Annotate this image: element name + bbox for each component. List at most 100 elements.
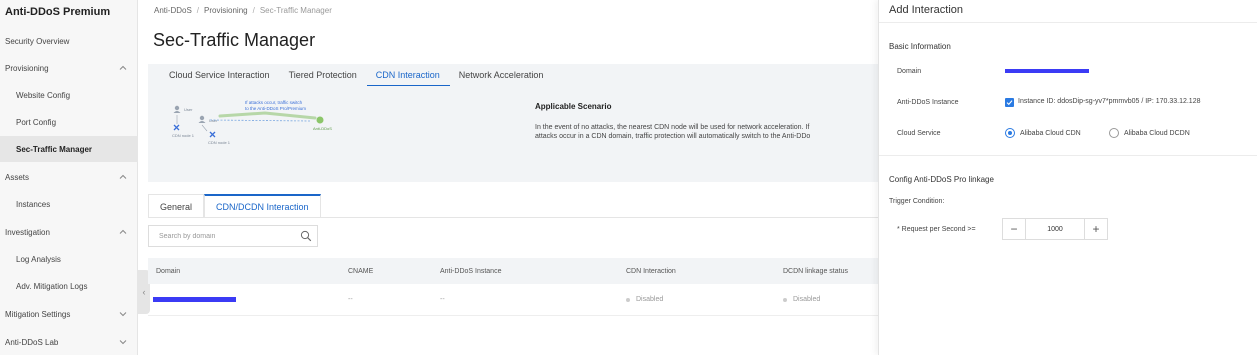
radio-alibaba-cloud-dcdn[interactable]: Alibaba Cloud DCDN (1109, 128, 1190, 138)
sidebar-item-label: Website Config (16, 90, 71, 100)
sidebar-item-log-analysis[interactable]: Log Analysis (0, 246, 138, 272)
breadcrumb-separator: / (196, 6, 200, 15)
drawer-divider (879, 22, 1257, 23)
diagram-user-label: User (209, 118, 218, 123)
rps-label: * Request per Second >= (897, 226, 976, 233)
sidebar-item-investigation[interactable]: Investigation (0, 219, 138, 245)
cloud-service-label: Cloud Service (897, 130, 941, 137)
domain-label: Domain (897, 68, 922, 75)
tab-network-acceleration[interactable]: Network Acceleration (450, 66, 554, 86)
radio-label: Alibaba Cloud DCDN (1124, 129, 1190, 137)
search-input[interactable] (159, 232, 289, 240)
scenario-title: Applicable Scenario (535, 102, 612, 111)
interaction-type-tabs: Cloud Service Interaction Tiered Protect… (160, 66, 553, 86)
redaction-mark (153, 297, 236, 302)
status-dot (626, 297, 630, 302)
sidebar-item-provisioning[interactable]: Provisioning (0, 55, 138, 81)
tab-cdn-dcdn-interaction[interactable]: CDN/DCDN Interaction (204, 194, 321, 218)
list-tabs: General CDN/DCDN Interaction (148, 194, 321, 218)
rps-stepper: − 1000 + (1002, 218, 1108, 240)
trigger-condition-label: Trigger Condition: (889, 198, 945, 205)
radio-label: Alibaba Cloud CDN (1020, 129, 1081, 137)
status-text: Disabled (636, 296, 664, 303)
table-row[interactable]: -- -- Disabled Disabled (148, 284, 878, 316)
section-config-linkage: Config Anti-DDoS Pro linkage (889, 175, 994, 184)
chevron-up-icon (118, 63, 128, 73)
user-icon (173, 105, 181, 113)
breadcrumb-separator: / (252, 6, 255, 15)
diagram-traffic-path (209, 119, 311, 122)
search-box (148, 225, 318, 247)
sidebar-item-website-config[interactable]: Website Config (0, 82, 138, 108)
diagram-note-line: If attacks occur, traffic switch (245, 100, 303, 105)
sidebar-item-sec-traffic-manager[interactable]: Sec-Traffic Manager (0, 136, 138, 162)
sidebar-item-label: Anti-DDoS Lab (5, 337, 59, 347)
dcdn-linkage-status: Disabled (783, 284, 820, 315)
diagram-link (201, 124, 208, 132)
cname-cell: -- (348, 296, 353, 303)
instance-cell: -- (440, 296, 445, 303)
drawer-title: Add Interaction (889, 4, 963, 16)
sidebar-item-label: Provisioning (5, 63, 49, 73)
page-title: Sec-Traffic Manager (153, 30, 316, 50)
section-basic-information: Basic Information (889, 42, 951, 51)
domain-cell-redacted[interactable] (153, 284, 236, 315)
column-header-dcdn-status: DCDN linkage status (783, 267, 848, 275)
instance-label: Anti-DDoS Instance (897, 99, 959, 106)
sidebar-item-instances[interactable]: Instances (0, 191, 138, 217)
user-icon (198, 115, 206, 123)
sidebar-item-mitigation-settings[interactable]: Mitigation Settings (0, 301, 138, 327)
breadcrumb-item[interactable]: Anti-DDoS (154, 6, 192, 15)
radio-alibaba-cloud-cdn[interactable]: Alibaba Cloud CDN (1005, 128, 1081, 138)
sidebar-item-adv-mitigation-logs[interactable]: Adv. Mitigation Logs (0, 273, 138, 299)
sidebar-item-label: Mitigation Settings (5, 309, 71, 319)
sidebar-item-security-overview[interactable]: Security Overview (0, 28, 138, 54)
chevron-up-icon (118, 172, 128, 182)
instance-value: Instance ID: ddosDip-sg-yv7*pmmvb05 / IP… (1018, 98, 1201, 105)
sidebar-item-port-config[interactable]: Port Config (0, 109, 138, 135)
search-icon[interactable] (300, 230, 312, 242)
cdn-interaction-status: Disabled (626, 284, 663, 315)
tab-tiered-protection[interactable]: Tiered Protection (280, 66, 367, 86)
chevron-down-icon (118, 337, 128, 347)
scenario-text-line: attacks occur in a CDN domain, traffic p… (535, 133, 811, 140)
domain-value-redacted (1005, 69, 1089, 73)
diagram-user-label: User (184, 107, 193, 112)
status-text: Disabled (793, 296, 821, 303)
sidebar-item-label: Log Analysis (16, 254, 61, 264)
tab-cloud-service-interaction[interactable]: Cloud Service Interaction (160, 66, 280, 86)
cdn-node-blocked-icon (173, 124, 180, 131)
radio-button[interactable] (1109, 128, 1119, 138)
diagram-note-line: to the Anti-DDoS Pro/Premium (245, 106, 306, 111)
section-divider (879, 155, 1257, 156)
status-dot (783, 297, 787, 302)
cdn-interaction-diagram: User User If attacks occur, traffic swit… (172, 100, 332, 145)
increment-button[interactable]: + (1085, 219, 1107, 239)
column-header-domain: Domain (156, 267, 181, 275)
scenario-description: In the event of no attacks, the nearest … (535, 123, 878, 141)
sidebar-item-anti-ddos-lab[interactable]: Anti-DDoS Lab (0, 329, 138, 355)
sidebar-item-label: Adv. Mitigation Logs (16, 281, 88, 291)
diagram-node-label: CDN node 1 (208, 140, 231, 145)
sidebar-item-assets[interactable]: Assets (0, 164, 138, 190)
instance-checkbox[interactable] (1005, 98, 1014, 107)
tabs-divider (148, 217, 878, 218)
sidebar-title: Anti-DDoS Premium (5, 6, 111, 18)
radio-button-selected[interactable] (1005, 128, 1015, 138)
decrement-button[interactable]: − (1003, 219, 1025, 239)
cdn-node-blocked-icon (209, 131, 216, 138)
breadcrumb-current: Sec-Traffic Manager (259, 6, 332, 15)
sidebar-item-label: Port Config (16, 117, 57, 127)
diagram-switch-path (218, 111, 317, 120)
rps-input[interactable]: 1000 (1025, 219, 1085, 239)
scenario-text-line: In the event of no attacks, the nearest … (535, 124, 810, 131)
tab-cdn-interaction[interactable]: CDN Interaction (366, 66, 450, 86)
chevron-left-icon: ‹ (142, 287, 146, 297)
add-interaction-drawer: Add Interaction Basic Information Domain… (878, 0, 1257, 355)
tab-general[interactable]: General (148, 194, 205, 218)
column-header-cname: CNAME (348, 267, 374, 275)
breadcrumb-item[interactable]: Provisioning (204, 6, 248, 15)
sidebar-item-label: Investigation (5, 227, 50, 237)
diagram-anti-ddos-label: Anti-DDoS (313, 126, 332, 131)
column-header-cdn-interaction: CDN Interaction (626, 267, 676, 275)
